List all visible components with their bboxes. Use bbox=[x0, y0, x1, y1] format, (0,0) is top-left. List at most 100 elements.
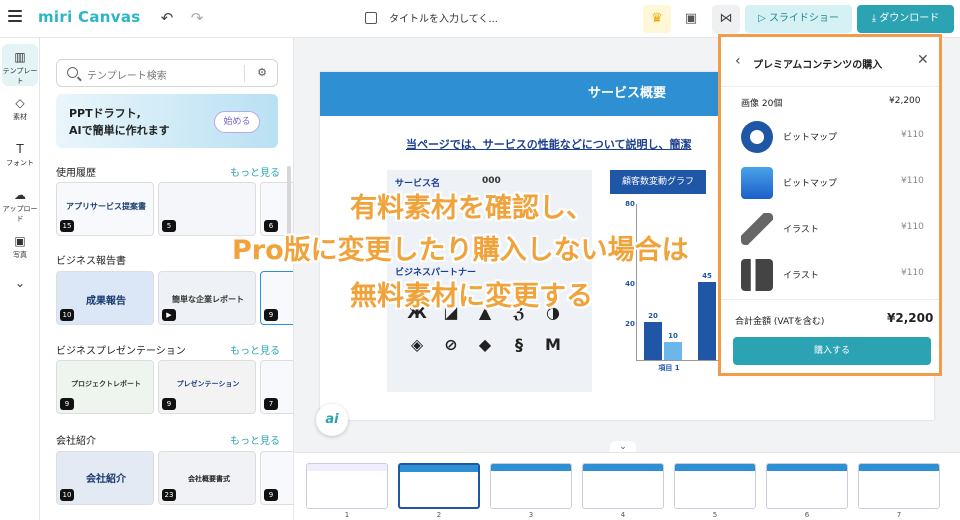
promo-line1: PPTドラフト, bbox=[69, 107, 141, 120]
page-thumb[interactable] bbox=[582, 463, 664, 509]
y-tick-label: 80 bbox=[625, 200, 635, 208]
thumb-title: アプリサービス提案書 bbox=[66, 202, 146, 211]
item-price: ¥110 bbox=[901, 268, 924, 278]
template-thumb[interactable]: 7 bbox=[260, 360, 293, 414]
divider bbox=[244, 65, 245, 82]
item-name: イラスト bbox=[783, 225, 819, 235]
illust-thumbnail bbox=[741, 213, 773, 245]
rail-more-chevron-icon[interactable]: ⌄ bbox=[0, 276, 40, 290]
template-thumb[interactable]: 成果報告 10 bbox=[56, 271, 154, 325]
rail-label: フォント bbox=[6, 159, 34, 167]
page-count-badge: 10 bbox=[60, 489, 74, 501]
slideshow-button[interactable]: ▷ スライドショー bbox=[745, 5, 852, 33]
page-thumb[interactable] bbox=[674, 463, 756, 509]
thumb-title: プロジェクトレポート bbox=[71, 380, 141, 388]
purchase-panel: ‹ プレミアムコンテンツの購入 ✕ 画像 20個 ¥2,200 ビットマップ ¥… bbox=[718, 34, 942, 376]
template-thumb[interactable]: 9 bbox=[260, 271, 293, 325]
page-thumb[interactable] bbox=[858, 463, 940, 509]
template-thumb[interactable]: プレゼンテーション 9 bbox=[158, 360, 256, 414]
template-search[interactable]: テンプレート検索 ⚙ bbox=[56, 59, 278, 87]
left-rail: ▥ テンプレート ◇ 素材 T フォント ☁ アップロード ▣ 写真 ⌄ bbox=[0, 38, 40, 520]
rail-item-upload[interactable]: ☁ アップロード bbox=[0, 188, 40, 224]
rail-label: 写真 bbox=[13, 251, 27, 259]
page-count-badge: 9 bbox=[162, 398, 176, 410]
template-thumb[interactable]: プロジェクトレポート 9 bbox=[56, 360, 154, 414]
buy-button[interactable]: 購入する bbox=[733, 337, 931, 365]
page-count-badge: 23 bbox=[162, 489, 176, 501]
template-thumb[interactable]: 会社紹介 10 bbox=[56, 451, 154, 505]
premium-crown-button[interactable]: ♛ bbox=[643, 5, 671, 33]
show-more-link[interactable]: もっと見る bbox=[230, 164, 280, 179]
material-icon: ◇ bbox=[15, 96, 25, 110]
page-number: 4 bbox=[620, 511, 626, 519]
slide-subtitle[interactable]: 当ページでは、サービスの性能などについて説明し、簡潔 bbox=[406, 136, 691, 152]
rail-item-font[interactable]: T フォント bbox=[0, 142, 40, 168]
folder-icon bbox=[365, 12, 377, 24]
title-input[interactable]: タイトルを入力してく... bbox=[365, 10, 498, 25]
chart-title-box[interactable]: 顧客数変動グラフ bbox=[610, 170, 706, 194]
section-title: ビジネス報告書 bbox=[56, 256, 126, 267]
rail-item-material[interactable]: ◇ 素材 bbox=[0, 96, 40, 122]
partner-logo: ◈ bbox=[410, 335, 424, 354]
partner-logo: ◆ bbox=[478, 335, 492, 354]
rail-item-template[interactable]: ▥ テンプレート bbox=[0, 50, 40, 86]
rail-item-photo[interactable]: ▣ 写真 bbox=[0, 234, 40, 260]
x-axis bbox=[636, 360, 728, 361]
menu-icon[interactable] bbox=[8, 10, 22, 24]
template-thumb[interactable]: 会社概要書式 23 bbox=[158, 451, 256, 505]
page-thumb[interactable] bbox=[490, 463, 572, 509]
page-thumb[interactable] bbox=[306, 463, 388, 509]
page-number: 6 bbox=[804, 511, 810, 519]
page-number: 2 bbox=[436, 511, 442, 519]
summary-price: ¥2,200 bbox=[889, 96, 921, 106]
item-price: ¥110 bbox=[901, 176, 924, 186]
page-thumb[interactable] bbox=[766, 463, 848, 509]
item-name: イラスト bbox=[783, 271, 819, 281]
show-more-link[interactable]: もっと見る bbox=[230, 432, 280, 447]
thumb-title: 簡単な企業レポート bbox=[172, 295, 244, 304]
template-thumb[interactable]: アプリサービス提案書 15 bbox=[56, 182, 154, 236]
filter-icon[interactable]: ⚙ bbox=[257, 66, 267, 79]
template-thumb[interactable]: 簡単な企業レポート ▶ bbox=[158, 271, 256, 325]
partner-logo: § bbox=[515, 335, 523, 354]
ai-assistant-button[interactable]: ai bbox=[316, 404, 348, 436]
rail-label: 素材 bbox=[13, 113, 27, 121]
search-input[interactable]: テンプレート検索 bbox=[87, 67, 167, 82]
show-more-link[interactable]: もっと見る bbox=[230, 342, 280, 357]
bar-chart[interactable]: 80 60 40 20 20 10 45 項目 1 bbox=[620, 200, 730, 380]
slideshow-label: スライドショー bbox=[768, 13, 839, 24]
download-label: ダウンロード bbox=[879, 13, 940, 24]
page-count-badge: 9 bbox=[264, 489, 278, 501]
thumb-title: 成果報告 bbox=[86, 296, 126, 307]
section-title: ビジネスプレゼンテーション bbox=[56, 346, 186, 357]
purchase-item: イラスト ¥110 bbox=[721, 255, 939, 295]
illust-thumbnail bbox=[741, 259, 773, 291]
promo-line2: AIで簡単に作れます bbox=[69, 124, 170, 137]
bitmap-thumbnail bbox=[741, 167, 773, 199]
ai-promo-banner[interactable]: PPTドラフト, AIで簡単に作れます 始める bbox=[56, 94, 278, 148]
page-number: 7 bbox=[896, 511, 902, 519]
purchase-item: イラスト ¥110 bbox=[721, 209, 939, 249]
promo-start-button[interactable]: 始める bbox=[214, 111, 260, 133]
download-button[interactable]: ⤓ ダウンロード bbox=[857, 5, 954, 33]
redo-icon[interactable]: ↷ bbox=[188, 9, 206, 27]
share-button[interactable]: ⋈ bbox=[712, 5, 740, 33]
partner-logo: ⊘ bbox=[444, 335, 458, 354]
purchase-item: ビットマップ ¥110 bbox=[721, 163, 939, 203]
photo-icon: ▣ bbox=[14, 234, 26, 248]
close-icon[interactable]: ✕ bbox=[917, 52, 929, 68]
back-chevron-icon[interactable]: ‹ bbox=[735, 53, 741, 69]
partner-logo: M bbox=[545, 335, 561, 354]
template-icon: ▥ bbox=[14, 50, 26, 64]
y-tick-label: 20 bbox=[625, 320, 635, 328]
template-thumb[interactable]: 9 bbox=[260, 451, 293, 505]
chart-bar bbox=[644, 322, 662, 360]
save-status-button[interactable]: ▣ bbox=[677, 5, 705, 33]
search-icon bbox=[67, 67, 78, 78]
title-placeholder: タイトルを入力してく... bbox=[389, 14, 498, 25]
undo-icon[interactable]: ↶ bbox=[158, 9, 176, 27]
page-thumb[interactable] bbox=[398, 463, 480, 509]
divider bbox=[721, 299, 939, 300]
app-logo[interactable]: miri Canvas bbox=[38, 8, 140, 26]
bar-value-label: 10 bbox=[668, 332, 678, 340]
